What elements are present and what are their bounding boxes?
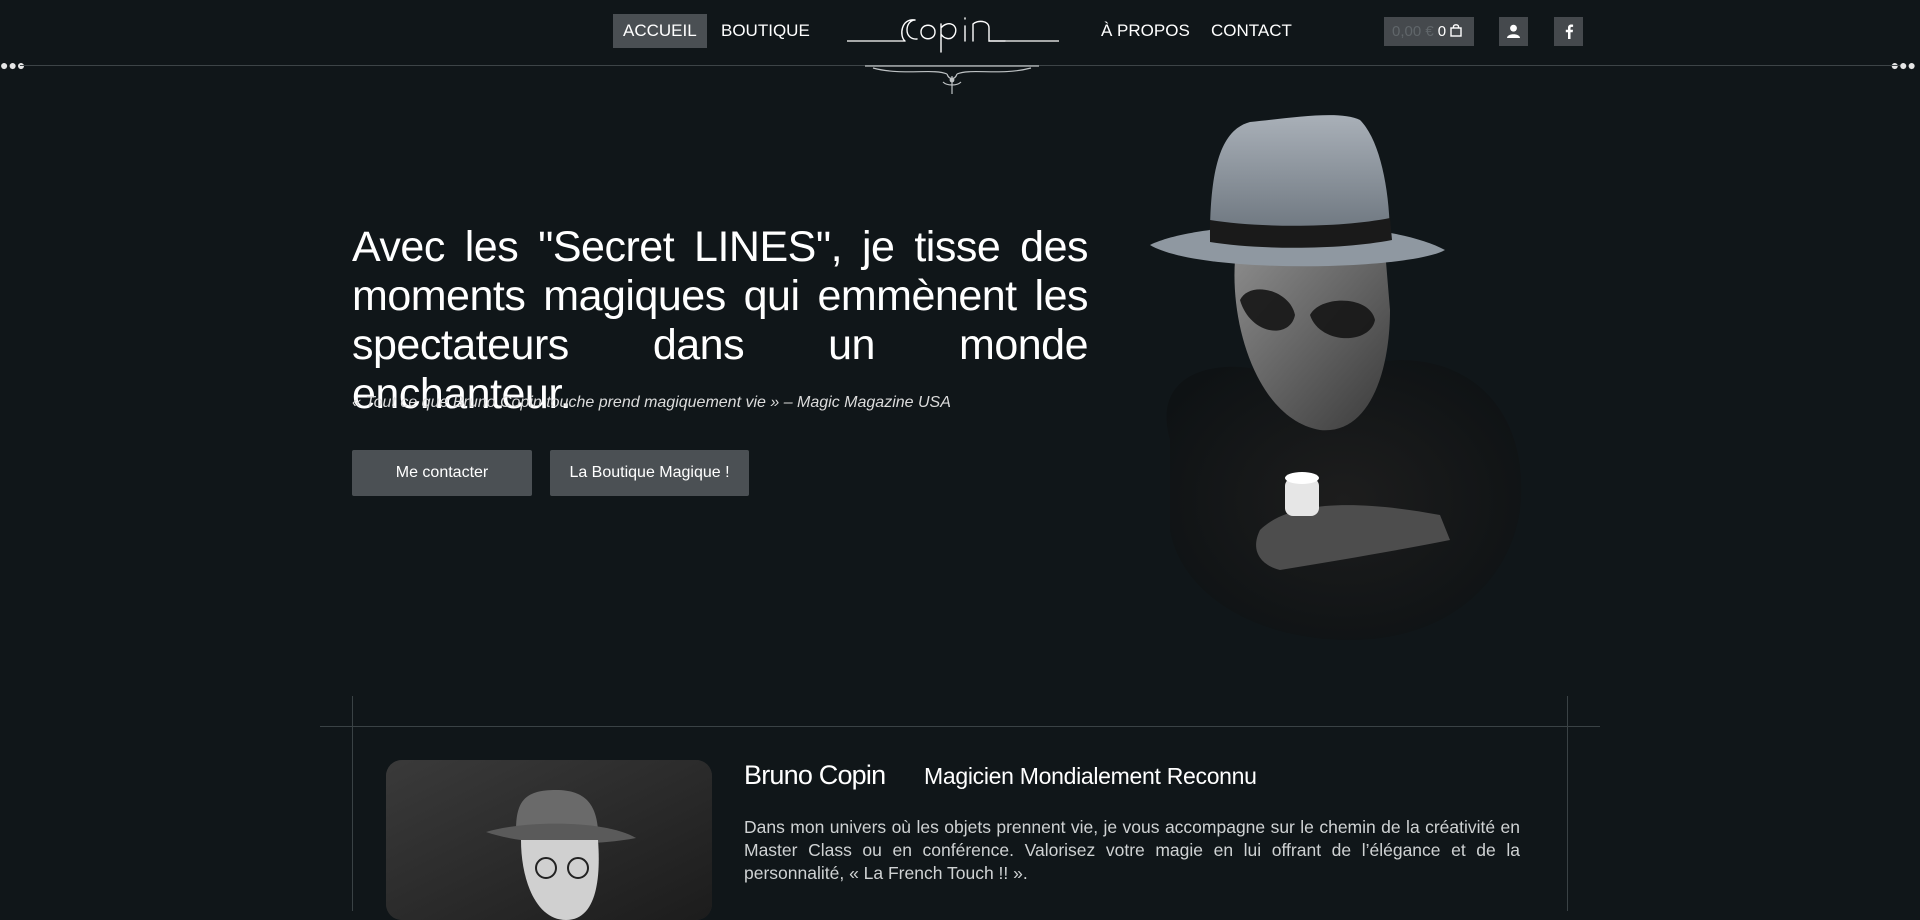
contact-button[interactable]: Me contacter xyxy=(352,450,532,496)
bruno-copin-photo xyxy=(386,760,712,920)
facebook-button[interactable] xyxy=(1554,17,1583,46)
magician-portrait xyxy=(1150,115,1522,640)
hero-title: Avec les "Secret LINES", je tisse des mo… xyxy=(352,223,1089,418)
bag-icon xyxy=(1450,24,1462,37)
section-right-border xyxy=(1567,696,1568,911)
section-divider xyxy=(320,726,1600,727)
copin-logo[interactable] xyxy=(843,6,1061,98)
shop-button[interactable]: La Boutique Magique ! xyxy=(550,450,749,496)
nav-item-about[interactable]: À PROPOS xyxy=(1091,14,1200,48)
nav-item-contact[interactable]: CONTACT xyxy=(1201,14,1302,48)
photo-illustration xyxy=(386,760,712,920)
about-subtitle: Magicien Mondialement Reconnu xyxy=(924,763,1257,789)
site-header: ●●● ●●● ACCUEIL BOUTIQUE À PROPOS CONTAC… xyxy=(0,0,1920,94)
nav-item-shop[interactable]: BOUTIQUE xyxy=(711,14,820,48)
about-description: Dans mon univers où les objets prennent … xyxy=(744,817,1520,883)
about-name: Bruno Copin xyxy=(744,760,886,790)
cart-total: 0,00 € xyxy=(1392,23,1434,40)
facebook-icon xyxy=(1565,24,1573,39)
cart-button[interactable]: 0,00 €0 xyxy=(1384,17,1474,46)
user-icon xyxy=(1507,24,1520,38)
hero-quote: « Tout ce que Bruno Copin touche prend m… xyxy=(352,394,951,411)
section-left-border xyxy=(352,696,353,911)
nav-item-home[interactable]: ACCUEIL xyxy=(613,14,707,48)
cart-count: 0 xyxy=(1437,23,1447,40)
account-button[interactable] xyxy=(1499,17,1528,46)
